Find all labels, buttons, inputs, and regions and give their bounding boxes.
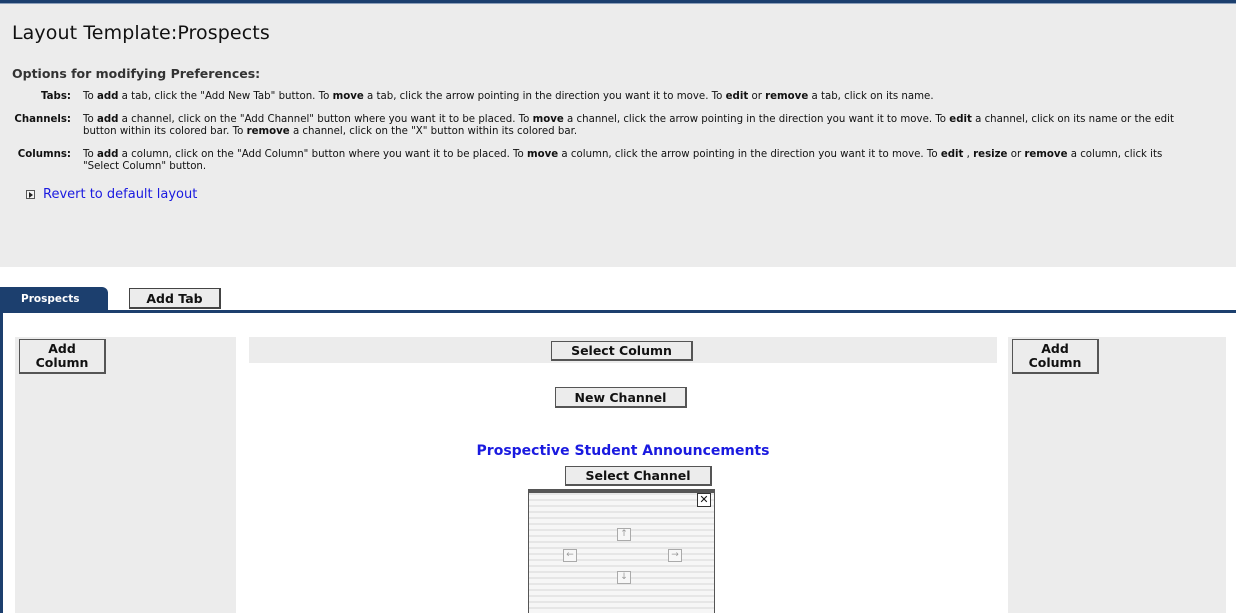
- option-text: To add a channel, click on the "Add Chan…: [83, 113, 1174, 138]
- tab-underline: [0, 310, 1236, 313]
- channel-title[interactable]: Prospective Student Announcements: [249, 443, 997, 459]
- layout-area: Add Column Select Column New Channel Pro…: [15, 337, 1226, 613]
- column-header: Select Column: [249, 337, 997, 363]
- option-columns: Columns: To add a column, click on the "…: [12, 149, 1236, 174]
- content-left-border: [0, 310, 3, 613]
- option-tabs: Tabs: To add a tab, click the "Add New T…: [12, 91, 1236, 104]
- option-label: Channels:: [14, 113, 71, 125]
- option-channels: Channels: To add a channel, click on the…: [12, 114, 1236, 139]
- left-column: Add Column: [15, 337, 236, 613]
- revert-default-link[interactable]: Revert to default layout: [26, 187, 1236, 202]
- options-heading: Options for modifying Preferences:: [12, 66, 261, 81]
- close-icon[interactable]: ✕: [697, 493, 711, 507]
- revert-label: Revert to default layout: [43, 186, 198, 202]
- select-column-button[interactable]: Select Column: [551, 341, 693, 361]
- page-title: Layout Template:Prospects: [12, 22, 270, 44]
- tab-bar: Prospects Add Tab: [0, 287, 1236, 311]
- option-text: To add a tab, click the "Add New Tab" bu…: [83, 91, 934, 102]
- option-text: To add a column, click on the "Add Colum…: [83, 148, 1163, 173]
- play-arrow-icon: [26, 189, 35, 199]
- select-channel-button[interactable]: Select Channel: [565, 466, 712, 486]
- center-column: Select Column New Channel Prospective St…: [249, 337, 997, 613]
- new-channel-button[interactable]: New Channel: [555, 387, 687, 408]
- arrow-up-icon[interactable]: ↑: [617, 528, 631, 541]
- preferences-header: Layout Template:Prospects Options for mo…: [0, 4, 1236, 267]
- channel-box: ✕ ↑ ← → ↓: [528, 489, 715, 613]
- option-label: Tabs:: [41, 91, 71, 102]
- add-column-button-left[interactable]: Add Column: [19, 339, 106, 374]
- channel-color-bar: [529, 489, 714, 493]
- right-column: Add Column: [1008, 337, 1226, 613]
- add-tab-button[interactable]: Add Tab: [129, 288, 221, 309]
- arrow-right-icon[interactable]: →: [668, 549, 682, 562]
- arrow-down-icon[interactable]: ↓: [617, 571, 631, 584]
- option-label: Columns:: [17, 148, 71, 160]
- add-column-button-right[interactable]: Add Column: [1012, 339, 1099, 374]
- arrow-left-icon[interactable]: ←: [563, 549, 577, 562]
- tab-prospects[interactable]: Prospects: [0, 287, 108, 311]
